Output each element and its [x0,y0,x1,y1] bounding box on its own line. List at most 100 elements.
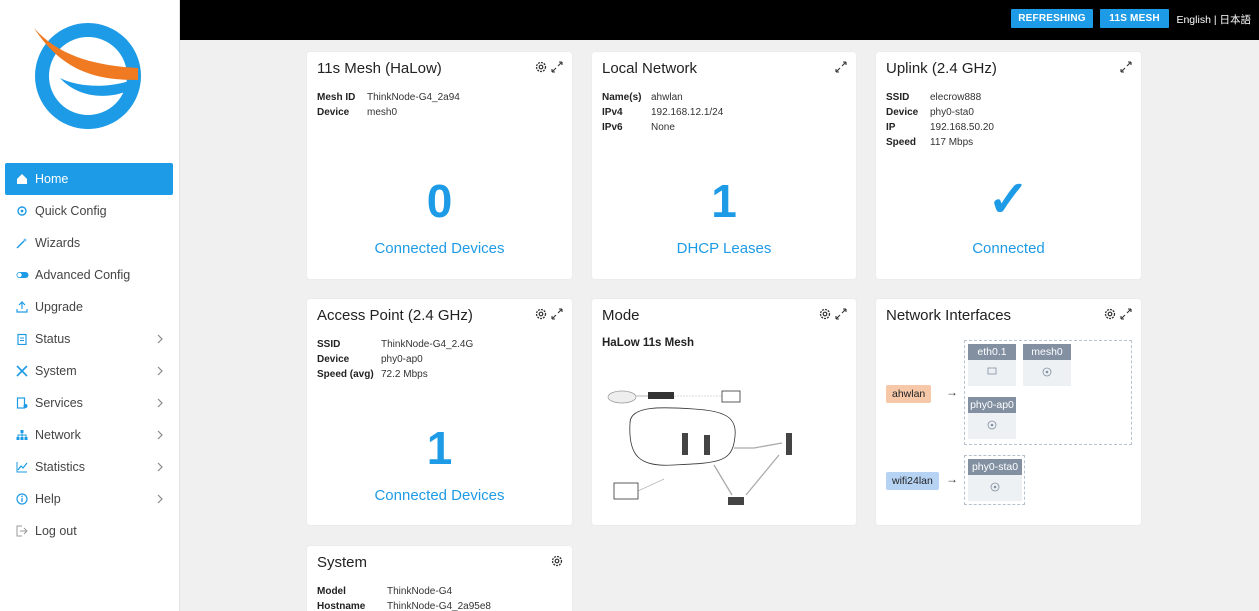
ssid-value: elecrow888 [930,92,982,103]
sidebar-item-system[interactable]: System [5,355,173,387]
network-interfaces-card: Network Interfaces ahwlan → eth0.1 mesh0… [876,299,1141,525]
chart-line-icon [15,460,29,474]
field-label: IP [886,122,896,133]
connected-count: 0 [426,175,453,227]
lang-english-link[interactable]: English [1176,14,1210,26]
mesh-mode-button[interactable]: 11S MESH [1100,9,1169,28]
card-title: System [317,554,368,571]
sidebar-item-label: Log out [35,524,77,538]
sidebar-item-label: Advanced Config [35,268,131,282]
sidebar-item-label: Home [35,172,69,186]
mesh-details: Mesh ID ThinkNode-G4_2a94 Device mesh0 [317,90,460,120]
sidebar-item-statistics[interactable]: Statistics [5,451,173,483]
lang-separator: | [1213,14,1217,26]
interface-chip[interactable]: phy0-sta0 [968,459,1022,501]
connected-devices-link[interactable]: Connected Devices [307,240,572,257]
device-value: mesh0 [367,107,398,118]
interface-group-ahwlan: eth0.1 mesh0 phy0-ap0 [964,340,1132,445]
expand-icon[interactable] [834,307,848,321]
wifi-icon [987,420,997,430]
speed-value: 72.2 Mbps [381,369,428,380]
expand-icon[interactable] [550,307,564,321]
sidebar-item-label: Upgrade [35,300,83,314]
sidebar-item-label: System [35,364,77,378]
field-label: IPv4 [602,107,623,118]
field-label: Hostname [317,601,366,611]
clipboard-icon [15,332,29,346]
sidebar-item-home[interactable]: Home [5,163,173,195]
speed-value: 117 Mbps [930,137,974,148]
ssid-value: ThinkNode-G4_2.4G [381,339,474,350]
sidebar-item-label: Status [35,332,71,346]
local-network-card: Local Network Name(s) ahwlan IPv4 192.168.… [592,52,856,279]
access-point-card: Access Point (2.4 GHz) SSID ThinkNode-G4_… [307,299,572,525]
chevron-right-icon [157,398,163,408]
logout-icon [15,524,29,538]
sidebar-item-network[interactable]: Network [5,419,173,451]
field-label: SSID [317,339,341,350]
toggle-icon [15,268,29,282]
wifi-icon [990,482,1000,492]
field-label: Device [886,107,919,118]
field-label: Speed [886,137,917,148]
connected-status-link[interactable]: Connected [876,240,1141,257]
card-title: Uplink (2.4 GHz) [886,60,997,77]
sidebar: Home Quick Config Wizards Advanced Confi… [0,0,180,611]
wand-icon [15,236,29,250]
network-label-ahwlan[interactable]: ahwlan [886,385,932,403]
interface-chip[interactable]: eth0.1 [968,344,1016,386]
settings-gear-icon[interactable] [1103,307,1117,321]
interface-name: eth0.1 [968,344,1016,360]
sidebar-item-advanced-config[interactable]: Advanced Config [5,259,173,291]
access-point-details: SSID ThinkNode-G4_2.4G Device phy0-ap0 Spe… [317,337,473,382]
chevron-right-icon [157,494,163,504]
arrow-right-icon: → [946,385,958,399]
mode-card: Mode HaLow 11s Mesh [592,299,856,525]
expand-icon[interactable] [550,60,564,74]
home-icon [15,172,29,186]
ipv6-value: None [651,122,675,133]
brand-logo [34,23,141,129]
settings-gear-icon[interactable] [534,307,548,321]
field-label: Name(s) [602,92,642,103]
sidebar-item-wizards[interactable]: Wizards [5,227,173,259]
sidebar-item-services[interactable]: Services [5,387,173,419]
sidebar-item-logout[interactable]: Log out [5,515,173,547]
hostname-value: ThinkNode-G4_2a95e8 [387,601,491,611]
sidebar-item-status[interactable]: Status [5,323,173,355]
dhcp-leases-link[interactable]: DHCP Leases [592,240,856,257]
connected-devices-link[interactable]: Connected Devices [307,487,572,504]
card-title: Local Network [602,60,698,77]
field-label: IPv6 [602,122,623,133]
names-value: ahwlan [651,92,683,103]
chevron-right-icon [157,334,163,344]
interface-chip[interactable]: mesh0 [1023,344,1071,386]
expand-icon[interactable] [834,60,848,74]
model-value: ThinkNode-G4 [387,586,453,597]
interface-chip[interactable]: phy0-ap0 [968,397,1016,439]
ethernet-port-icon [987,367,997,375]
network-label-wifi24lan[interactable]: wifi24lan [886,472,939,490]
expand-icon[interactable] [1119,60,1133,74]
settings-gear-icon[interactable] [534,60,548,74]
sidebar-item-help[interactable]: Help [5,483,173,515]
card-title: Access Point (2.4 GHz) [317,307,473,324]
uplink-card: Uplink (2.4 GHz) SSID elecrow888 Device ph… [876,52,1141,279]
interface-group-wifi24lan: phy0-sta0 [964,455,1025,505]
sidebar-item-label: Wizards [35,236,81,250]
mesh-id-value: ThinkNode-G4_2a94 [367,92,460,103]
sidebar-item-label: Statistics [35,460,86,474]
system-card: System Model ThinkNode-G4 Hostname ThinkNo… [307,546,572,611]
settings-gear-icon[interactable] [818,307,832,321]
expand-icon[interactable] [1119,307,1133,321]
lang-japanese-link[interactable]: 日本語 [1220,14,1252,26]
sidebar-item-label: Network [35,428,81,442]
sidebar-item-quick-config[interactable]: Quick Config [5,195,173,227]
sidebar-item-upgrade[interactable]: Upgrade [5,291,173,323]
chevron-right-icon [157,430,163,440]
settings-gear-icon[interactable] [550,554,564,568]
refreshing-button[interactable]: REFRESHING [1011,9,1093,28]
gear-icon [15,204,29,218]
field-label: SSID [886,92,910,103]
interface-name: phy0-ap0 [968,397,1016,413]
